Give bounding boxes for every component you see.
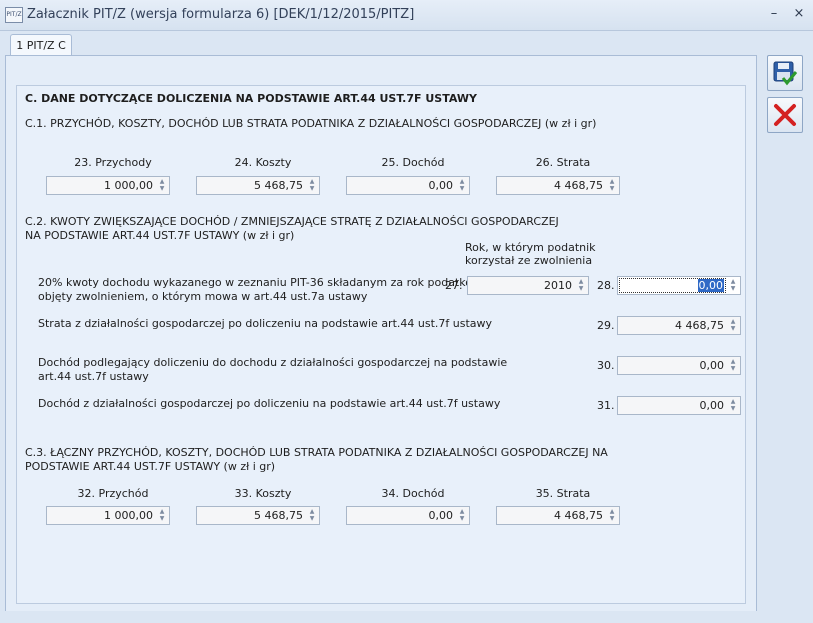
spinner-arrows-icon[interactable]: ▲ ▼ [457,178,467,193]
field-30-number: 30. [597,359,615,372]
year-header-line1: Rok, w którym podatnik [465,241,596,254]
close-button[interactable]: × [789,5,809,23]
field-28-number: 28. [597,279,615,292]
row27-text-line1: 20% kwoty dochodu wykazanego w zeznaniu … [38,276,488,289]
field-27-number: 27. [445,279,463,292]
field-35-label: 35. Strata [535,487,591,500]
cancel-button[interactable] [767,97,803,133]
spinner-arrows-icon[interactable]: ▲ ▼ [576,278,586,293]
field-25-value: 0,00 [428,179,454,192]
spinner-arrows-icon[interactable]: ▲ ▼ [728,318,738,333]
spinner-arrows-icon[interactable]: ▲ ▼ [457,508,467,523]
row27-text-line2: objęty zwolnieniem, o którym mowa w art.… [38,290,368,303]
c3-title-line1: C.3. ŁĄCZNY PRZYCHÓD, KOSZTY, DOCHÓD LUB… [25,446,608,459]
c2-title-line2: NA PODSTAWIE ART.44 UST.7F USTAWY (w zł … [25,229,295,242]
title-bar: PIT/Z Załacznik PIT/Z (wersja formularza… [0,0,813,31]
spinner-arrows-icon[interactable]: ▲ ▼ [607,178,617,193]
field-29-input[interactable]: 4 468,75 ▲ ▼ [617,316,741,335]
field-29-number: 29. [597,319,615,332]
field-31-value: 0,00 [699,399,725,412]
spinner-arrows-icon[interactable]: ▲ ▼ [728,358,738,373]
field-24-value: 5 468,75 [254,179,303,192]
spinner-arrows-icon[interactable]: ▲ ▼ [307,178,317,193]
tab-pitz-c[interactable]: 1 PIT/Z C [10,34,72,57]
field-25-label: 25. Dochód [381,156,445,169]
field-34-value: 0,00 [428,509,454,522]
field-32-input[interactable]: 1 000,00 ▲ ▼ [46,506,170,525]
section-c-group: C. DANE DOTYCZĄCE DOLICZENIA NA PODSTAWI… [16,85,746,604]
tab-page: C. DANE DOTYCZĄCE DOLICZENIA NA PODSTAWI… [5,55,757,613]
window-bottom-edge [0,611,813,623]
field-31-input[interactable]: 0,00 ▲ ▼ [617,396,741,415]
field-34-label: 34. Dochód [381,487,445,500]
field-32-label: 32. Przychód [77,487,149,500]
minimize-button[interactable]: – [764,5,784,23]
field-35-value: 4 468,75 [554,509,603,522]
section-title: C. DANE DOTYCZĄCE DOLICZENIA NA PODSTAWI… [25,92,477,105]
field-24-label: 24. Koszty [234,156,292,169]
row30-text-line1: Dochód podlegający doliczeniu do dochodu… [38,356,508,369]
spinner-arrows-icon[interactable]: ▲ ▼ [607,508,617,523]
field-35-input[interactable]: 4 468,75 ▲ ▼ [496,506,620,525]
field-27-year-input[interactable]: 2010 ▲ ▼ [467,276,589,295]
field-28-value: 0,00 [697,279,724,292]
spinner-arrows-icon[interactable]: ▲ ▼ [157,508,167,523]
field-32-value: 1 000,00 [104,509,153,522]
save-floppy-check-icon [773,61,798,86]
spinner-arrows-icon[interactable]: ▲ ▼ [307,508,317,523]
field-23-input[interactable]: 1 000,00 ▲ ▼ [46,176,170,195]
field-25-input[interactable]: 0,00 ▲ ▼ [346,176,470,195]
row31-text: Dochód z działalności gospodarczej po do… [38,397,501,410]
field-24-input[interactable]: 5 468,75 ▲ ▼ [196,176,320,195]
cancel-x-icon [774,104,796,126]
field-23-label: 23. Przychody [74,156,152,169]
field-26-label: 26. Strata [535,156,591,169]
c3-title-line2: PODSTAWIE ART.44 UST.7F USTAWY (w zł i g… [25,460,276,473]
field-31-number: 31. [597,399,615,412]
field-29-value: 4 468,75 [675,319,724,332]
window-title: Załacznik PIT/Z (wersja formularza 6) [D… [27,7,415,22]
field-34-input[interactable]: 0,00 ▲ ▼ [346,506,470,525]
year-header-line2: korzystał ze zwolnienia [465,254,593,267]
app-icon: PIT/Z [5,7,23,23]
c1-title: C.1. PRZYCHÓD, KOSZTY, DOCHÓD LUB STRATA… [25,117,597,130]
field-33-value: 5 468,75 [254,509,303,522]
spinner-arrows-icon[interactable]: ▲ ▼ [728,278,738,293]
field-33-label: 33. Koszty [234,487,292,500]
field-26-input[interactable]: 4 468,75 ▲ ▼ [496,176,620,195]
field-26-value: 4 468,75 [554,179,603,192]
field-23-value: 1 000,00 [104,179,153,192]
field-27-value: 2010 [544,279,572,292]
field-30-value: 0,00 [699,359,725,372]
field-33-input[interactable]: 5 468,75 ▲ ▼ [196,506,320,525]
c2-title-line1: C.2. KWOTY ZWIĘKSZAJĄCE DOCHÓD / ZMNIEJS… [25,215,559,228]
field-28-input[interactable]: 0,00 ▲ ▼ [617,276,741,295]
spinner-arrows-icon[interactable]: ▲ ▼ [157,178,167,193]
save-button[interactable] [767,55,803,91]
row30-text-line2: art.44 ust.7f ustawy [38,370,149,383]
row29-text: Strata z działalności gospodarczej po do… [38,317,493,330]
spinner-arrows-icon[interactable]: ▲ ▼ [728,398,738,413]
field-30-input[interactable]: 0,00 ▲ ▼ [617,356,741,375]
